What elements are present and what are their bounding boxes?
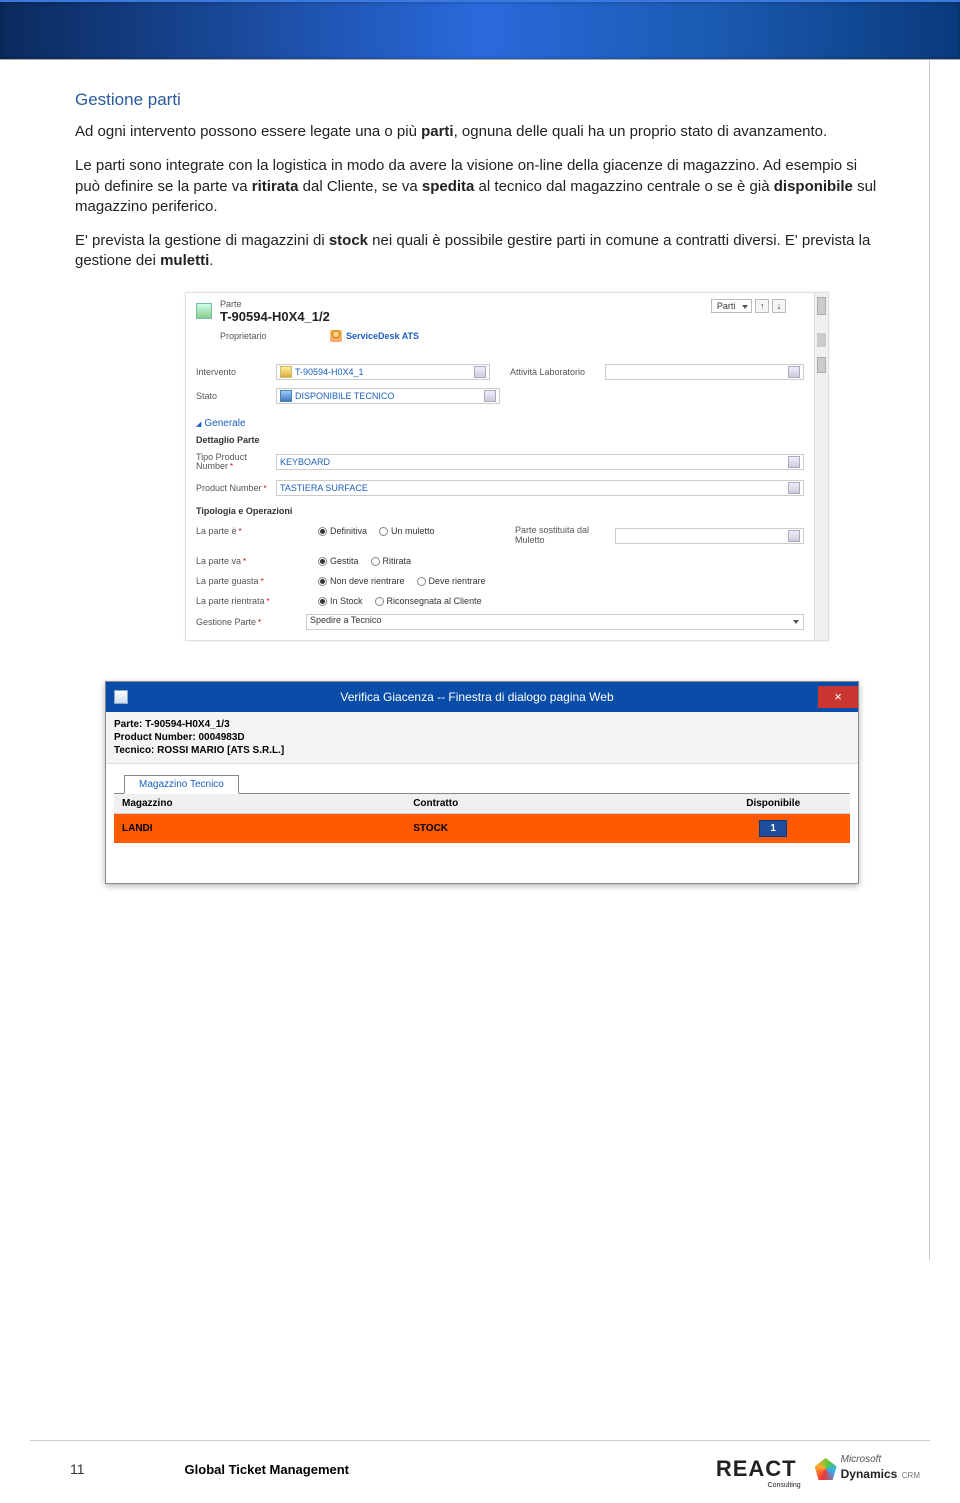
col-disponibile: Disponibile bbox=[696, 794, 850, 813]
verify-dialog: Verifica Giacenza -- Finestra di dialogo… bbox=[105, 681, 859, 884]
dialog-title-text: Verifica Giacenza -- Finestra di dialogo… bbox=[136, 690, 818, 704]
la-parte-guasta-label: La parte guasta bbox=[196, 576, 306, 586]
la-parte-rientrata-label: La parte rientrata bbox=[196, 596, 306, 606]
dynamics-wave-icon bbox=[815, 1458, 837, 1480]
attivita-label: Attività Laboratorio bbox=[510, 367, 605, 377]
section-heading: Gestione parti bbox=[75, 90, 879, 110]
pn-label: Product Number bbox=[196, 483, 276, 493]
nav-down-button[interactable]: ↓ bbox=[772, 299, 786, 313]
scrollbar[interactable] bbox=[814, 293, 828, 641]
header-banner bbox=[0, 0, 960, 60]
page-number: 11 bbox=[70, 1461, 85, 1477]
crm-form-screenshot: Parte T-90594-H0X4_1/2 Parti ↑ ↓ Proprie… bbox=[185, 292, 829, 642]
cell-qty[interactable]: 1 bbox=[759, 820, 787, 837]
radio-definitiva[interactable]: Definitiva bbox=[318, 526, 367, 536]
cell-contratto: STOCK bbox=[405, 817, 696, 840]
logo-microsoft: Microsoft bbox=[841, 1455, 920, 1465]
logo-crm: CRM bbox=[902, 1471, 920, 1480]
lookup-icon[interactable] bbox=[788, 482, 800, 494]
parte-sost-label: Parte sostituita dal Muletto bbox=[515, 526, 615, 546]
dialog-titlebar: Verifica Giacenza -- Finestra di dialogo… bbox=[106, 682, 858, 712]
lookup-icon[interactable] bbox=[788, 530, 800, 542]
intervento-label: Intervento bbox=[196, 367, 276, 377]
radio-in-stock[interactable]: In Stock bbox=[318, 596, 363, 606]
intervento-value[interactable]: T-90594-H0X4_1 bbox=[295, 367, 364, 377]
page-icon bbox=[114, 690, 128, 704]
la-parte-va-label: La parte va bbox=[196, 556, 306, 566]
section-generale[interactable]: Generale bbox=[196, 418, 804, 429]
radio-gestita[interactable]: Gestita bbox=[318, 556, 359, 566]
col-contratto: Contratto bbox=[405, 794, 696, 813]
react-logo: REACT bbox=[716, 1456, 797, 1482]
page-footer: 11 Global Ticket Management REACT Micros… bbox=[30, 1440, 930, 1503]
cell-magazzino: LANDI bbox=[114, 817, 405, 840]
ms-dynamics-logo: Microsoft Dynamics CRM bbox=[815, 1455, 920, 1483]
lookup-icon[interactable] bbox=[788, 456, 800, 468]
owner-link[interactable]: ServiceDesk ATS bbox=[346, 331, 419, 341]
radio-deve-rientrare[interactable]: Deve rientrare bbox=[417, 576, 486, 586]
tab-strip: Magazzino Tecnico bbox=[114, 774, 850, 794]
gestione-parte-label: Gestione Parte bbox=[196, 617, 306, 627]
radio-riconsegnata[interactable]: Riconsegnata al Cliente bbox=[375, 596, 482, 606]
status-icon bbox=[280, 390, 292, 402]
dialog-parte: Parte: T-90594-H0X4_1/3 bbox=[114, 719, 230, 730]
page-content: Gestione parti Ad ogni intervento posson… bbox=[0, 60, 930, 1260]
paragraph-1: Ad ogni intervento possono essere legate… bbox=[75, 122, 879, 142]
scroll-up-icon[interactable] bbox=[817, 297, 826, 315]
nav-up-button[interactable]: ↑ bbox=[755, 299, 769, 313]
parte-sost-input[interactable] bbox=[615, 528, 804, 544]
user-icon bbox=[330, 330, 342, 342]
pn-value[interactable]: TASTIERA SURFACE bbox=[280, 483, 368, 493]
scroll-up-icon[interactable] bbox=[817, 357, 826, 373]
radio-non-rientrare[interactable]: Non deve rientrare bbox=[318, 576, 405, 586]
tipo-pn-label: Tipo Product Number bbox=[196, 453, 276, 473]
lookup-icon[interactable] bbox=[474, 366, 486, 378]
entity-label: Parte bbox=[220, 299, 330, 309]
sub-dettaglio: Dettaglio Parte bbox=[196, 435, 804, 445]
owner-label: Proprietario bbox=[220, 331, 330, 341]
tipo-pn-input[interactable]: KEYBOARD bbox=[276, 454, 804, 470]
intervento-input[interactable]: T-90594-H0X4_1 bbox=[276, 364, 490, 380]
radio-un-muletto[interactable]: Un muletto bbox=[379, 526, 435, 536]
attivita-input[interactable] bbox=[605, 364, 804, 380]
dialog-tecnico: Tecnico: ROSSI MARIO [ATS S.R.L.] bbox=[114, 745, 284, 756]
lookup-icon[interactable] bbox=[788, 366, 800, 378]
col-magazzino: Magazzino bbox=[114, 794, 405, 813]
record-icon bbox=[280, 366, 292, 378]
related-dropdown[interactable]: Parti bbox=[711, 299, 753, 313]
tipo-pn-value[interactable]: KEYBOARD bbox=[280, 457, 330, 467]
stato-value[interactable]: DISPONIBILE TECNICO bbox=[295, 391, 394, 401]
paragraph-3: E' prevista la gestione di magazzini di … bbox=[75, 231, 879, 272]
footer-title: Global Ticket Management bbox=[185, 1462, 349, 1477]
dialog-header-info: Parte: T-90594-H0X4_1/3 Product Number: … bbox=[106, 712, 858, 764]
gestione-parte-select[interactable]: Spedire a Tecnico bbox=[306, 614, 804, 630]
pn-input[interactable]: TASTIERA SURFACE bbox=[276, 480, 804, 496]
logo-dynamics: Dynamics bbox=[841, 1467, 898, 1481]
tab-magazzino-tecnico[interactable]: Magazzino Tecnico bbox=[124, 775, 239, 794]
scroll-thumb[interactable] bbox=[817, 333, 826, 347]
stato-input[interactable]: DISPONIBILE TECNICO bbox=[276, 388, 500, 404]
close-button[interactable]: × bbox=[818, 686, 858, 708]
sub-tipologia: Tipologia e Operazioni bbox=[196, 506, 804, 516]
paragraph-2: Le parti sono integrate con la logistica… bbox=[75, 156, 879, 217]
grid-header: Magazzino Contratto Disponibile bbox=[114, 794, 850, 814]
radio-ritirata[interactable]: Ritirata bbox=[371, 556, 412, 566]
dialog-pn: Product Number: 0004983D bbox=[114, 732, 245, 743]
record-title: T-90594-H0X4_1/2 bbox=[220, 309, 330, 324]
entity-icon bbox=[196, 303, 212, 319]
stato-label: Stato bbox=[196, 391, 276, 401]
grid-row[interactable]: LANDI STOCK 1 bbox=[114, 814, 850, 843]
la-parte-e-label: La parte è bbox=[196, 526, 306, 536]
lookup-icon[interactable] bbox=[484, 390, 496, 402]
